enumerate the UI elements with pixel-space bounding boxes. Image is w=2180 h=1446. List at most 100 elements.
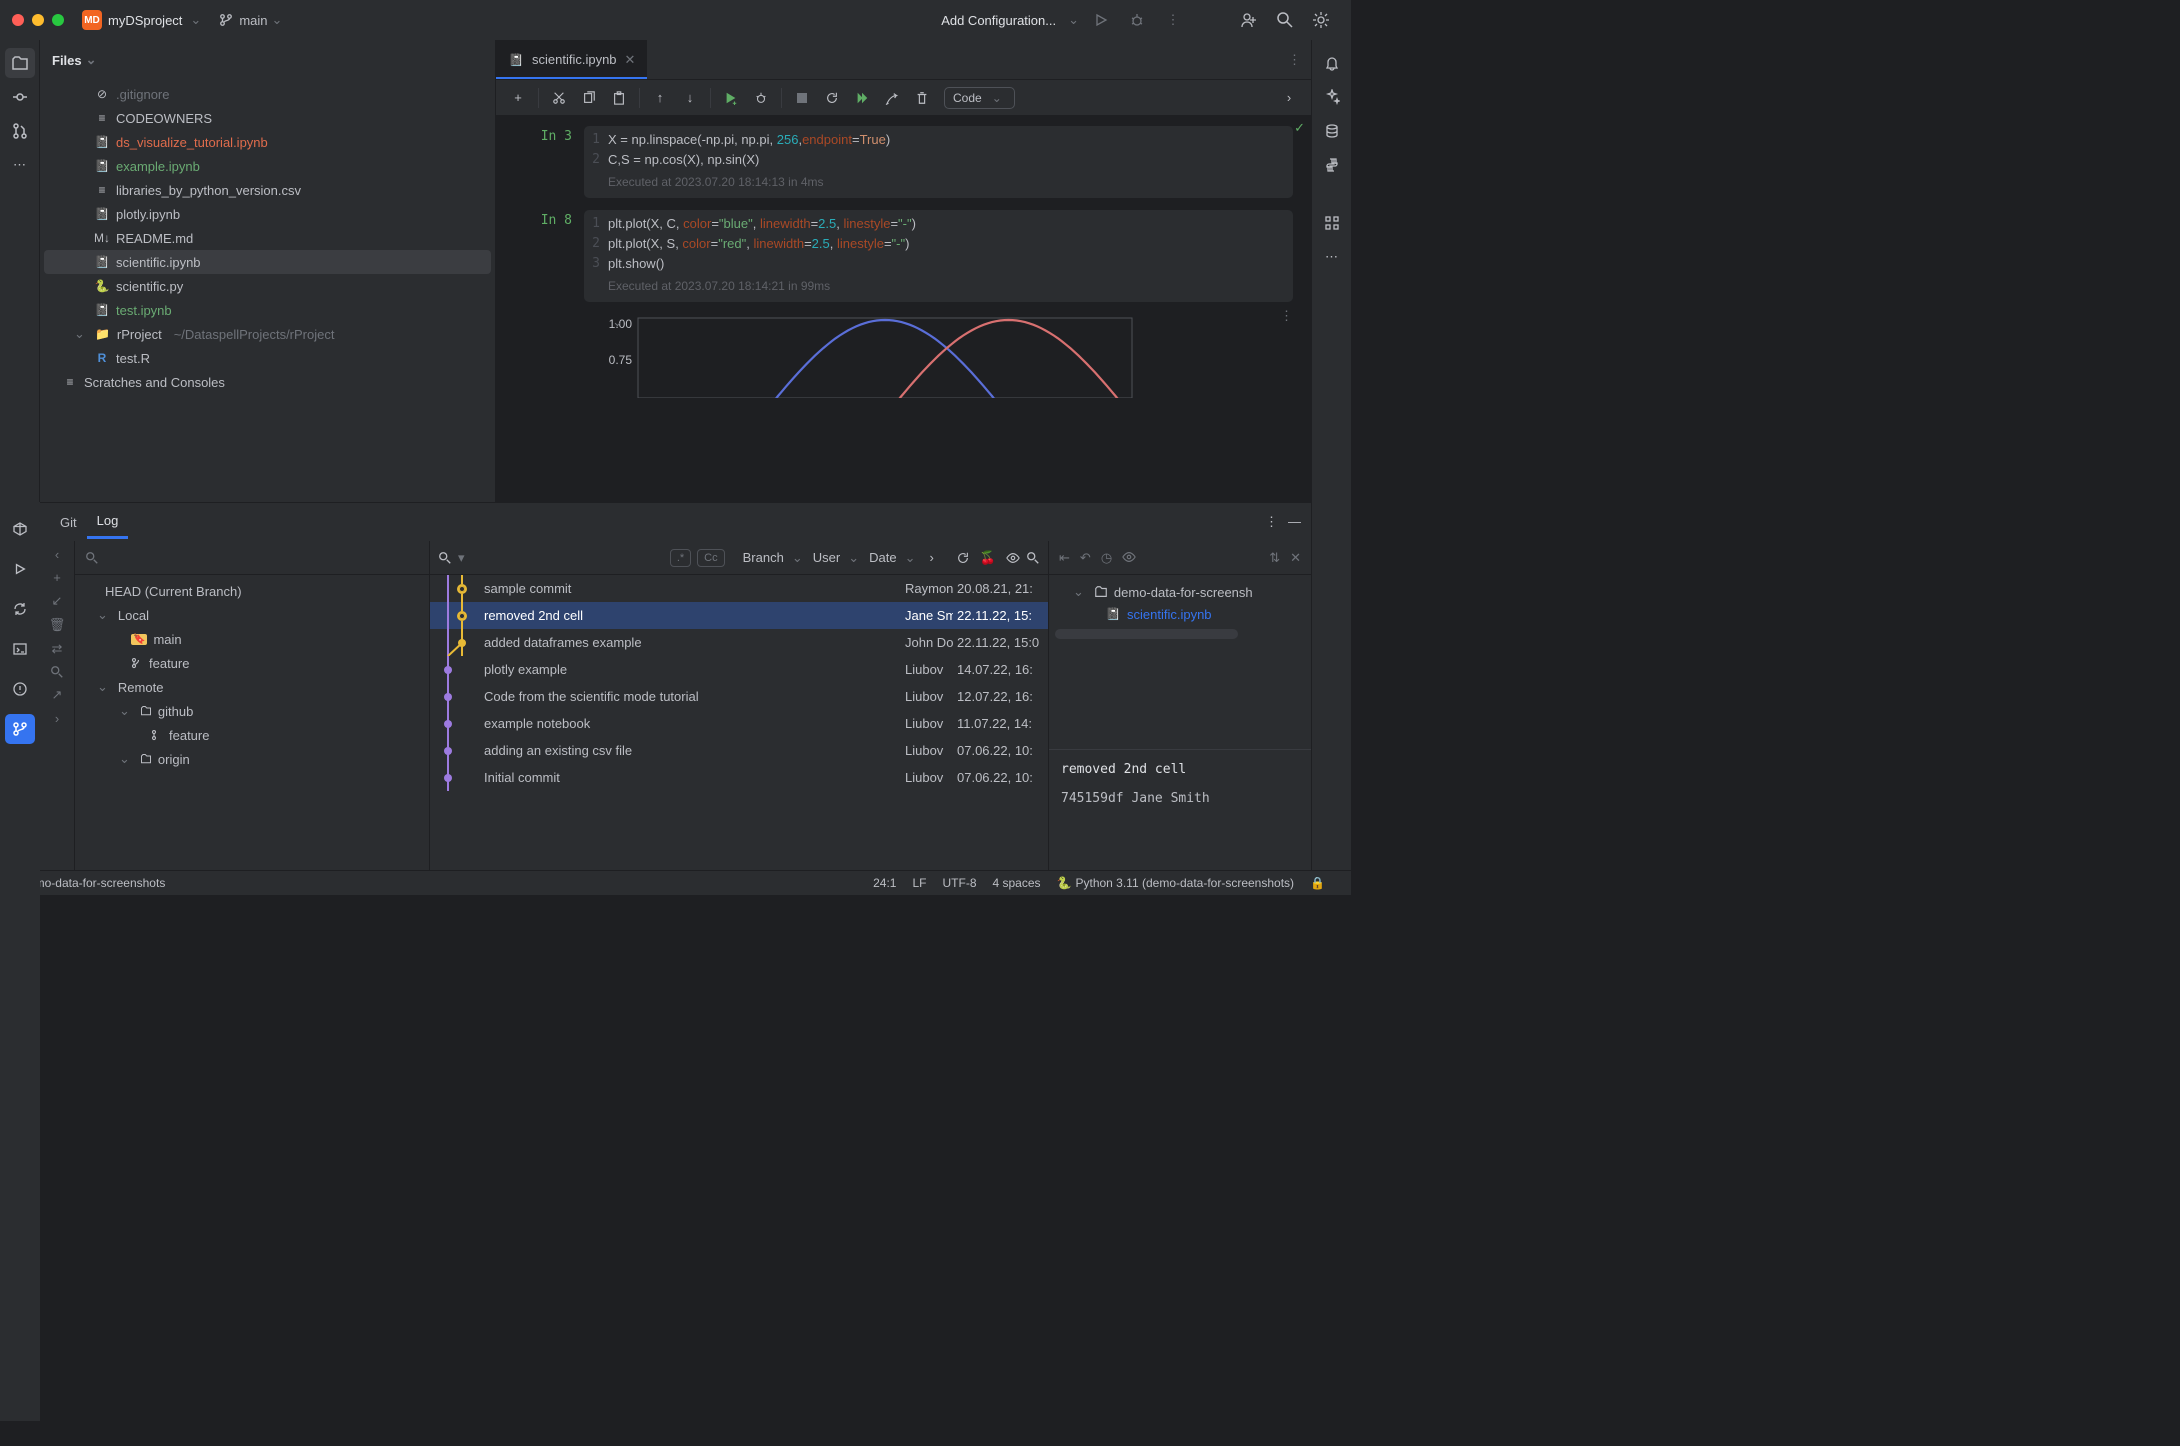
commit-row[interactable]: Code from the scientific mode tutorialLi…: [430, 683, 1048, 710]
head-branch[interactable]: HEAD (Current Branch): [75, 579, 429, 603]
local-group[interactable]: ⌄Local: [75, 603, 429, 627]
services-icon[interactable]: [5, 514, 35, 544]
chevron-down-icon[interactable]: ⌄: [1068, 12, 1079, 28]
add-cell-button[interactable]: +: [504, 84, 532, 112]
expand-detail-icon[interactable]: ⇅: [1269, 550, 1280, 566]
compare-icon[interactable]: ⇄: [52, 641, 63, 657]
eye-icon[interactable]: [1122, 550, 1136, 566]
checkout-icon[interactable]: ↙: [52, 593, 63, 609]
debug-cell-button[interactable]: [747, 84, 775, 112]
minimize-panel-icon[interactable]: —: [1288, 514, 1301, 530]
details-folder[interactable]: ⌄ demo-data-for-screensh: [1049, 581, 1311, 603]
run-button[interactable]: [1087, 6, 1115, 34]
run-cell-button[interactable]: [717, 84, 745, 112]
file-test-r[interactable]: Rtest.R: [40, 346, 495, 370]
commit-row[interactable]: removed 2nd cellJane Smith22.11.22, 15:: [430, 602, 1048, 629]
branch-name[interactable]: main: [239, 13, 267, 28]
history-icon[interactable]: ◷: [1101, 550, 1112, 566]
more-filters-icon[interactable]: ›: [929, 550, 933, 565]
more-right-icon[interactable]: ⋯: [1317, 242, 1347, 272]
close-window-button[interactable]: [12, 14, 24, 26]
commit-row[interactable]: sample commitRaymond20.08.21, 21:: [430, 575, 1048, 602]
files-tool-button[interactable]: [5, 48, 35, 78]
more-icon[interactable]: ⋮: [1159, 6, 1187, 34]
chevron-down-icon[interactable]: ⌄: [190, 12, 201, 28]
remote-origin[interactable]: ⌄origin: [75, 747, 429, 771]
user-filter[interactable]: User⌄: [813, 550, 863, 566]
cell-type-dropdown[interactable]: Code⌄: [944, 87, 1015, 109]
sb-cursor-pos[interactable]: 24:1: [873, 876, 896, 890]
refresh-icon[interactable]: [956, 551, 970, 565]
sync-icon[interactable]: [5, 594, 35, 624]
file--gitignore[interactable]: ⊘.gitignore: [40, 82, 495, 106]
remote-branch-feature[interactable]: feature: [75, 723, 429, 747]
horizontal-scrollbar[interactable]: [1055, 629, 1238, 639]
search-icon[interactable]: [438, 551, 452, 565]
collab-icon[interactable]: [1235, 6, 1263, 34]
undo-icon[interactable]: ↶: [1080, 550, 1091, 566]
details-file[interactable]: 📓 scientific.ipynb: [1049, 603, 1311, 625]
terminal-icon[interactable]: [5, 634, 35, 664]
debug-button[interactable]: [1123, 6, 1151, 34]
cut-button[interactable]: [545, 84, 573, 112]
commit-row[interactable]: Initial commitLiubov07.06.22, 10:: [430, 764, 1048, 791]
sb-interpreter[interactable]: 🐍 Python 3.11 (demo-data-for-screenshots…: [1057, 876, 1295, 890]
output-options-icon[interactable]: ⋮: [1280, 308, 1293, 324]
find-commit-icon[interactable]: [1026, 551, 1040, 565]
date-filter[interactable]: Date⌄: [869, 550, 919, 566]
case-toggle[interactable]: Cc: [697, 549, 724, 567]
scratches-node[interactable]: ≡Scratches and Consoles: [40, 370, 495, 394]
database-icon[interactable]: [1317, 116, 1347, 146]
expand-icon[interactable]: ›: [1275, 84, 1303, 112]
tab-log[interactable]: Log: [87, 505, 129, 539]
commit-row[interactable]: adding an existing csv fileLiubov07.06.2…: [430, 737, 1048, 764]
sb-indent[interactable]: 4 spaces: [993, 876, 1041, 890]
diff-icon[interactable]: ↗: [52, 687, 63, 703]
stop-button[interactable]: [788, 84, 816, 112]
close-detail-icon[interactable]: ✕: [1290, 550, 1301, 566]
editor-tab-scientific[interactable]: 📓 scientific.ipynb ✕: [496, 40, 647, 79]
ai-assistant-icon[interactable]: [1317, 82, 1347, 112]
run-config-dropdown[interactable]: Add Configuration...: [941, 13, 1056, 28]
paste-button[interactable]: [605, 84, 633, 112]
pull-requests-button[interactable]: [5, 116, 35, 146]
file-scientific-ipynb[interactable]: 📓scientific.ipynb: [44, 250, 491, 274]
code-cell[interactable]: 1X = np.linspace(-np.pi, np.pi, 256,endp…: [584, 126, 1293, 198]
collapse-output-icon[interactable]: ⌄: [612, 314, 623, 330]
maximize-window-button[interactable]: [52, 14, 64, 26]
files-header[interactable]: Files ⌄: [40, 40, 495, 80]
sb-encoding[interactable]: UTF-8: [943, 876, 977, 890]
search-icon[interactable]: [1271, 6, 1299, 34]
tab-git[interactable]: Git: [50, 507, 87, 538]
restart-kernel-button[interactable]: [818, 84, 846, 112]
clear-outputs-button[interactable]: [878, 84, 906, 112]
remote-github[interactable]: ⌄github: [75, 699, 429, 723]
commit-tool-button[interactable]: [5, 82, 35, 112]
file-ds_visualize_tutorial-ipynb[interactable]: 📓ds_visualize_tutorial.ipynb: [40, 130, 495, 154]
problems-icon[interactable]: [5, 674, 35, 704]
collapse-icon[interactable]: ‹: [55, 547, 59, 562]
sb-line-ending[interactable]: LF: [912, 876, 926, 890]
plugins-icon[interactable]: [1317, 208, 1347, 238]
notifications-icon[interactable]: [1317, 48, 1347, 78]
python-packages-icon[interactable]: [1317, 150, 1347, 180]
file-CODEOWNERS[interactable]: ≡CODEOWNERS: [40, 106, 495, 130]
project-name[interactable]: myDSproject: [108, 13, 182, 28]
cherry-pick-icon[interactable]: 🍒: [980, 550, 996, 566]
panel-options-icon[interactable]: ⋮: [1265, 514, 1278, 530]
folder-rproject[interactable]: ⌄📁rProject ~/DataspellProjects/rProject: [40, 322, 495, 346]
code-cell[interactable]: 1plt.plot(X, C, color="blue", linewidth=…: [584, 210, 1293, 302]
move-up-button[interactable]: ↑: [646, 84, 674, 112]
branches-search[interactable]: [75, 541, 429, 575]
minimize-window-button[interactable]: [32, 14, 44, 26]
chevron-down-icon[interactable]: ⌄: [86, 52, 97, 68]
branch-feature[interactable]: feature: [75, 651, 429, 675]
file-plotly-ipynb[interactable]: 📓plotly.ipynb: [40, 202, 495, 226]
notebook-body[interactable]: ✓ In 3 1X = np.linspace(-np.pi, np.pi, 2…: [496, 116, 1311, 502]
commit-row[interactable]: example notebookLiubov11.07.22, 14:: [430, 710, 1048, 737]
add-icon[interactable]: +: [53, 570, 61, 585]
find-icon[interactable]: [50, 665, 64, 679]
sb-lock-icon[interactable]: 🔒: [1310, 876, 1325, 890]
expand-list-icon[interactable]: ›: [55, 711, 59, 726]
remote-group[interactable]: ⌄Remote: [75, 675, 429, 699]
